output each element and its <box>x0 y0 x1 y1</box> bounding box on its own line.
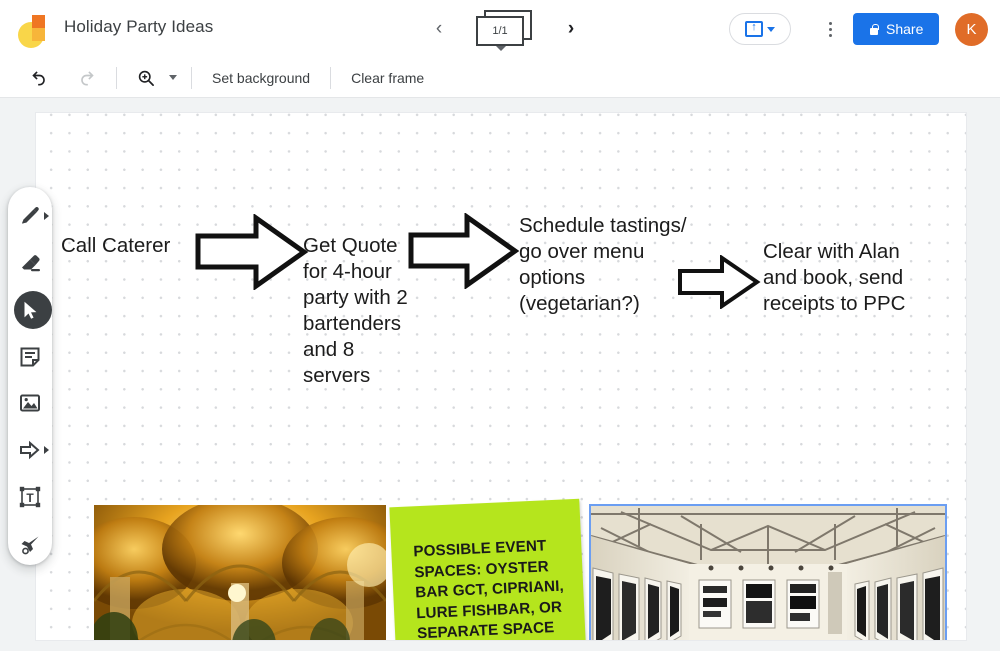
sticky-note[interactable]: POSSIBLE EVENT SPACES: OYSTER BAR GCT, C… <box>389 499 588 640</box>
redo-icon[interactable] <box>72 63 102 93</box>
svg-text:T: T <box>26 491 34 505</box>
kebab-dot <box>829 28 832 31</box>
tool-image[interactable] <box>10 382 50 425</box>
kebab-dot <box>829 22 832 25</box>
toolbar-divider <box>116 67 117 89</box>
logo-bar-mid-shape <box>32 28 45 41</box>
chevron-down-icon[interactable] <box>496 46 506 51</box>
tool-eraser[interactable] <box>10 242 50 285</box>
jam-canvas[interactable]: Call Caterer Get Quote for 4-hour party … <box>36 113 966 640</box>
tool-laser-pointer[interactable] <box>10 522 50 565</box>
avatar[interactable]: K <box>955 13 988 46</box>
tool-sticky-note[interactable] <box>10 335 50 378</box>
tool-select[interactable] <box>10 289 50 332</box>
venue-photo[interactable] <box>94 505 386 640</box>
gallery-photo[interactable] <box>589 504 947 640</box>
next-frame-icon[interactable]: › <box>557 15 585 43</box>
canvas-arrow-1[interactable] <box>194 214 309 290</box>
canvas-text-step2[interactable]: Get Quote for 4-hour party with 2 barten… <box>303 233 408 389</box>
canvas-arrow-3[interactable] <box>677 255 761 309</box>
chevron-right-icon[interactable] <box>44 446 49 454</box>
tool-shape-arrow[interactable] <box>10 429 50 472</box>
canvas-arrow-2[interactable] <box>407 213 519 289</box>
sticky-note-text: POSSIBLE EVENT SPACES: OYSTER BAR GCT, C… <box>413 535 573 640</box>
more-options-button[interactable] <box>820 16 840 42</box>
venue-photo-artwork <box>94 505 386 640</box>
zoom-in-icon[interactable] <box>131 63 161 93</box>
canvas-text-step3[interactable]: Schedule tastings/ go over menu options … <box>519 213 687 317</box>
tool-rail: T <box>8 187 52 565</box>
canvas-text-step1[interactable]: Call Caterer <box>61 233 170 259</box>
editing-toolbar: Set background Clear frame <box>0 58 1000 98</box>
jamboard-logo-icon <box>14 8 56 50</box>
tool-pen[interactable] <box>10 195 50 238</box>
canvas-text-step4[interactable]: Clear with Alan and book, send receipts … <box>763 239 905 317</box>
frame-counter-button[interactable]: 1/1 <box>474 8 536 50</box>
jamboard-app: Holiday Party Ideas ‹ 1/1 › Share K <box>0 0 1000 651</box>
undo-icon[interactable] <box>24 63 54 93</box>
app-header: Holiday Party Ideas ‹ 1/1 › Share K <box>0 0 1000 58</box>
kebab-dot <box>829 34 832 37</box>
toolbar-divider <box>191 67 192 89</box>
chevron-down-icon[interactable] <box>767 27 775 32</box>
set-background-button[interactable]: Set background <box>206 66 316 90</box>
share-button-label: Share <box>886 21 923 37</box>
zoom-dropdown-icon[interactable] <box>169 75 177 80</box>
gallery-photo-artwork <box>591 506 945 640</box>
present-screen-icon <box>745 21 763 37</box>
frame-navigation: ‹ 1/1 › <box>425 6 585 52</box>
tool-text-box[interactable]: T <box>10 476 50 519</box>
toolbar-divider <box>330 67 331 89</box>
canvas-area: Call Caterer Get Quote for 4-hour party … <box>0 99 1000 651</box>
clear-frame-button[interactable]: Clear frame <box>345 66 430 90</box>
present-button[interactable] <box>729 13 791 45</box>
previous-frame-icon[interactable]: ‹ <box>425 15 453 43</box>
frame-counter-label: 1/1 <box>476 16 524 46</box>
lock-icon <box>869 24 879 35</box>
chevron-right-icon[interactable] <box>44 212 49 220</box>
share-button[interactable]: Share <box>853 13 939 45</box>
logo-bar-top-shape <box>32 15 45 28</box>
page-title[interactable]: Holiday Party Ideas <box>64 17 213 37</box>
